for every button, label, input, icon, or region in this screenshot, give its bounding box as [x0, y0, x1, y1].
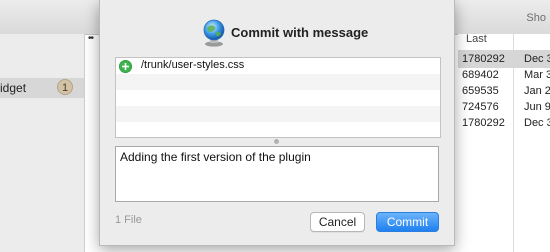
empty-row	[116, 106, 440, 122]
date-cell: Jan 27	[524, 85, 550, 97]
date-cell: Dec 3	[524, 53, 550, 65]
sidebar-item-badge: 1	[57, 79, 73, 95]
revision-cell: 659535	[462, 85, 499, 97]
date-cell: Mar 31	[524, 69, 550, 81]
list-item[interactable]: /trunk/user-styles.css	[116, 58, 440, 74]
empty-row	[116, 90, 440, 106]
commit-message-field[interactable]: Adding the first version of the plugin	[115, 146, 439, 202]
sheet-title: Commit with message	[231, 25, 369, 40]
revision-cell: 689402	[462, 69, 499, 81]
cancel-button[interactable]: Cancel	[310, 212, 365, 232]
revision-cell: 1780292	[462, 53, 505, 65]
empty-row	[116, 122, 440, 137]
plus-circle-icon	[119, 60, 132, 73]
file-path: /trunk/user-styles.css	[141, 59, 245, 71]
revision-cell: 1780292	[462, 117, 505, 129]
sidebar-item-label: idget	[0, 81, 27, 95]
column-header-last[interactable]: Last	[466, 33, 487, 45]
sidebar-item-widget[interactable]: idget 1	[0, 78, 84, 98]
split-handle[interactable]	[274, 139, 279, 144]
changed-files-list[interactable]: /trunk/user-styles.css	[115, 57, 441, 138]
revision-cell: 724576	[462, 101, 499, 113]
app-globe-icon	[203, 19, 225, 47]
date-cell: Jun 9	[524, 101, 550, 113]
file-count: 1 File	[115, 214, 142, 226]
sidebar: idget 1	[0, 34, 85, 252]
commit-sheet: Commit with message /trunk/user-styles.c…	[99, 0, 455, 246]
sheet-header: Commit with message	[100, 19, 456, 47]
table-row[interactable]: 1780292 Dec 3	[458, 114, 550, 132]
date-cell: Dec 3	[524, 117, 550, 129]
toolbar-show-label[interactable]: Sho	[526, 12, 546, 24]
commit-button[interactable]: Commit	[376, 212, 439, 232]
empty-row	[116, 74, 440, 90]
more-indicator: ••	[88, 33, 94, 44]
commit-message-text: Adding the first version of the plugin	[120, 150, 311, 164]
